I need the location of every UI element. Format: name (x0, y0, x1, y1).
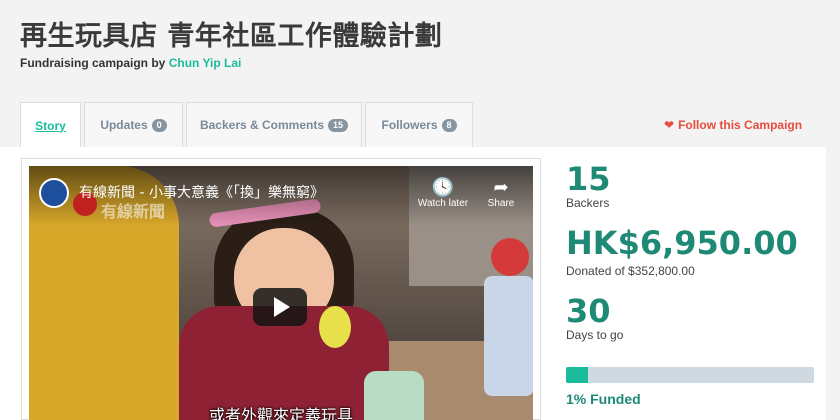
byline-prefix: Fundraising campaign by (20, 56, 166, 70)
follow-campaign-button[interactable]: ❤ Follow this Campaign (664, 118, 802, 132)
funding-progress-bar (566, 367, 814, 383)
video-subtitle: 或者外觀來定義玩具 (208, 406, 353, 420)
funded-percentage: 1% Funded (566, 391, 641, 407)
tab-bar: Story Updates 0 Backers & Comments 15 Fo… (20, 102, 476, 148)
tab-followers-label: Followers (381, 118, 438, 132)
heart-icon: ❤ (664, 118, 675, 132)
tab-updates-label: Updates (100, 118, 148, 132)
share-button[interactable]: ➦ Share (471, 176, 531, 209)
share-icon: ➦ (493, 177, 509, 197)
video-scene-toy-tower (484, 276, 533, 396)
days-to-go-label: Days to go (566, 328, 624, 342)
tab-updates[interactable]: Updates 0 (84, 102, 183, 147)
video-scene-toy-red (491, 238, 529, 276)
creator-link[interactable]: Chun Yip Lai (169, 56, 242, 70)
watch-later-button[interactable]: 🕓 Watch later (413, 176, 473, 209)
clock-icon: 🕓 (431, 177, 455, 197)
funding-progress-fill (566, 367, 589, 383)
follow-label: Follow this Campaign (678, 118, 803, 132)
donated-goal-label: Donated of $352,800.00 (566, 264, 695, 278)
backers-label: Backers (566, 196, 610, 210)
video-player[interactable]: 有線新聞 - 小事大意義《「換」樂無窮》 有線新聞 🕓 Watch later … (29, 166, 533, 420)
tab-story[interactable]: Story (20, 102, 81, 148)
watch-later-label: Watch later (417, 198, 469, 209)
tab-backers-comments[interactable]: Backers & Comments 15 (186, 102, 362, 147)
donated-amount: HK$6,950.00 (566, 224, 798, 262)
video-scene-toy-yellow (319, 306, 351, 348)
play-button[interactable] (253, 288, 307, 326)
backers-count-badge: 15 (328, 118, 349, 132)
share-label: Share (487, 198, 515, 209)
channel-watermark: 有線新聞 (101, 202, 166, 221)
channel-avatar[interactable] (39, 178, 69, 208)
updates-count-badge: 0 (151, 118, 167, 132)
campaign-title: 再生玩具店 青年社區工作體驗計劃 (20, 21, 443, 52)
tab-followers[interactable]: Followers 8 (365, 102, 473, 147)
backers-count: 15 (566, 160, 611, 198)
followers-count-badge: 8 (441, 118, 457, 132)
tab-backers-label: Backers & Comments (199, 118, 325, 132)
tab-story-label: Story (35, 118, 66, 133)
byline: Fundraising campaign by Chun Yip Lai (20, 56, 241, 70)
play-icon (274, 297, 290, 317)
days-to-go-count: 30 (566, 292, 611, 330)
